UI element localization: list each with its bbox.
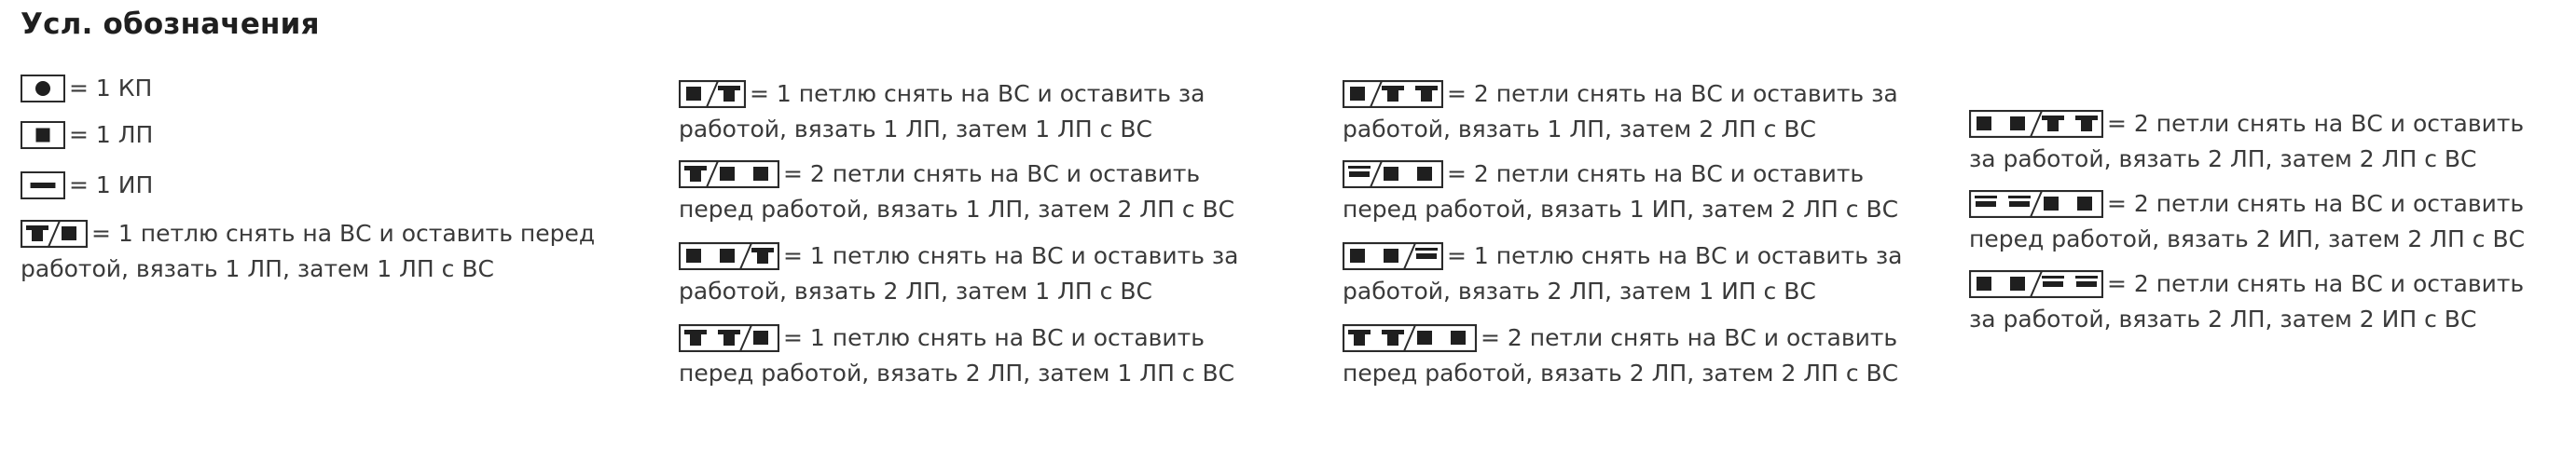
legend-description-line1: = 1 КП xyxy=(69,75,153,102)
legend-description-line2: работой, вязать 2 ЛП, затем 1 ЛП с ВС xyxy=(679,278,1152,305)
legend-entry: = 1 петлю снять на ВС и оставить перед ра… xyxy=(679,320,1234,391)
legend-description-line2: перед работой, вязать 2 ЛП, затем 2 ЛП с… xyxy=(1343,360,1899,387)
cross-2-2-back-icon xyxy=(1969,110,2103,138)
legend-description-line2: перед работой, вязать 2 ИП, затем 2 ЛП с… xyxy=(1969,225,2526,252)
legend-description-line1: = 2 петли снять на ВС и оставить xyxy=(2107,190,2525,217)
cross-2-2ip-back-icon xyxy=(1969,270,2103,298)
legend-entry: = 2 петли снять на ВС и оставить за работ… xyxy=(1343,76,1898,147)
kp-icon xyxy=(21,75,65,102)
legend-title: Усл. обозначения xyxy=(21,7,320,41)
legend-entry: = 1 петлю снять на ВС и оставить за работ… xyxy=(679,238,1239,309)
legend-description-line1: = 2 петли снять на ВС и оставить xyxy=(783,160,1201,187)
cross-1-1-back-icon xyxy=(679,80,746,108)
legend-description-line1: = 2 петли снять на ВС и оставить xyxy=(1447,160,1865,187)
legend-entry: = 1 петлю снять на ВС и оставить за работ… xyxy=(679,76,1205,147)
legend-description-line1: = 1 петлю снять на ВС и оставить перед xyxy=(91,220,596,247)
cross-1-2-front-icon xyxy=(679,324,779,352)
legend-entry: = 2 петли снять на ВС и оставить перед ра… xyxy=(1343,320,1898,391)
legend-entry: = 2 петли снять на ВС и оставить перед ра… xyxy=(1343,156,1898,227)
legend-description-line2: работой, вязать 2 ЛП, затем 1 ИП с ВС xyxy=(1343,278,1816,305)
cross-1-2-back-icon xyxy=(679,242,779,270)
legend-description-line2: работой, вязать 1 ЛП, затем 1 ЛП с ВС xyxy=(21,255,494,282)
legend-description-line2: перед работой, вязать 1 ЛП, затем 2 ЛП с… xyxy=(679,196,1235,223)
legend-entry: = 1 петлю снять на ВС и оставить перед ра… xyxy=(21,216,595,287)
legend-description-line2: за работой, вязать 2 ЛП, затем 2 ИП с ВС xyxy=(1969,306,2477,333)
legend-description-line2: работой, вязать 1 ЛП, затем 2 ЛП с ВС xyxy=(1343,116,1816,143)
legend-description-line2: за работой, вязать 2 ЛП, затем 2 ЛП с ВС xyxy=(1969,145,2477,172)
legend-description-line1: = 1 петлю снять на ВС и оставить за xyxy=(1447,242,1903,269)
cross-2-1-back-icon xyxy=(1343,80,1443,108)
legend-description-line1: = 1 ЛП xyxy=(69,121,154,148)
cross-2-2-front-icon xyxy=(1343,324,1477,352)
ip-icon xyxy=(21,171,65,199)
legend-entry: = 1 петлю снять на ВС и оставить за работ… xyxy=(1343,238,1903,309)
legend-description-line1: = 2 петли снять на ВС и оставить xyxy=(2107,110,2525,137)
cross-2ip-1-front-icon xyxy=(1343,160,1443,188)
cross-2ip-2-front-icon xyxy=(1969,190,2103,218)
legend-entry: = 2 петли снять на ВС и оставить за работ… xyxy=(1969,266,2524,337)
legend-description-line1: = 1 петлю снять на ВС и оставить xyxy=(783,324,1205,351)
legend-description-line1: = 1 ИП xyxy=(69,171,154,198)
legend-entry: = 2 петли снять на ВС и оставить перед ра… xyxy=(1969,186,2525,257)
legend-description-line2: работой, вязать 1 ЛП, затем 1 ЛП с ВС xyxy=(679,116,1152,143)
cross-1ip-2-back-icon xyxy=(1343,242,1443,270)
lp-icon xyxy=(21,121,65,149)
legend-description-line1: = 1 петлю снять на ВС и оставить за xyxy=(750,80,1205,107)
legend-description-line1: = 2 петли снять на ВС и оставить за xyxy=(1447,80,1898,107)
legend-description-line1: = 1 петлю снять на ВС и оставить за xyxy=(783,242,1239,269)
legend-entry: = 1 ИП xyxy=(21,168,153,203)
legend-description-line2: перед работой, вязать 2 ЛП, затем 1 ЛП с… xyxy=(679,360,1235,387)
legend-entry: = 2 петли снять на ВС и оставить перед ра… xyxy=(679,156,1234,227)
legend-description-line1: = 2 петли снять на ВС и оставить xyxy=(1481,324,1898,351)
legend-description-line2: перед работой, вязать 1 ИП, затем 2 ЛП с… xyxy=(1343,196,1899,223)
cross-1-1-front-icon xyxy=(21,220,88,248)
legend-entry: = 1 КП xyxy=(21,71,152,106)
legend-entry: = 2 петли снять на ВС и оставить за работ… xyxy=(1969,106,2524,177)
legend-entry: = 1 ЛП xyxy=(21,117,153,153)
cross-2-1-front-icon xyxy=(679,160,779,188)
legend-description-line1: = 2 петли снять на ВС и оставить xyxy=(2107,270,2525,297)
